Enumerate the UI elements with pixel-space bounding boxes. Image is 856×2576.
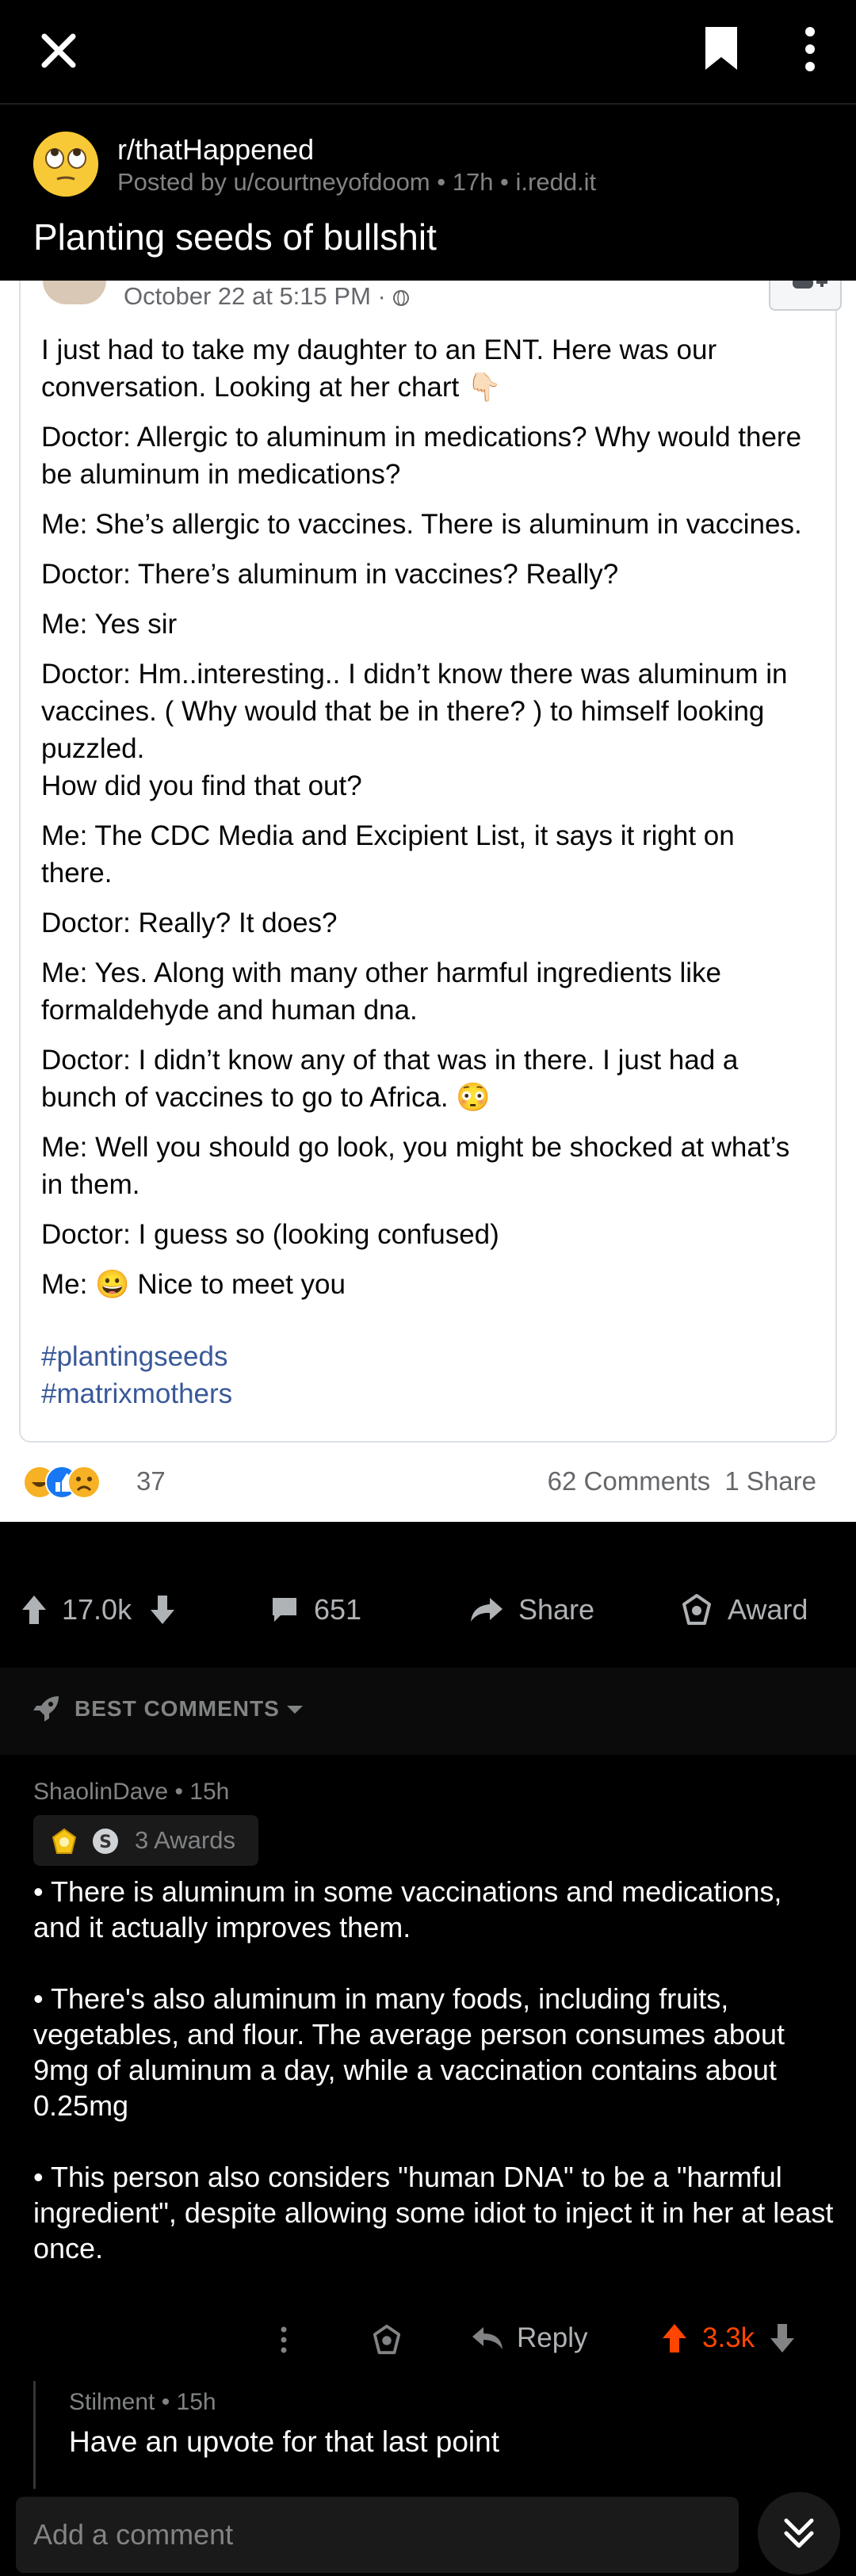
fb-line: Me: 😀 Nice to meet you: [41, 1269, 346, 1300]
kebab-menu-icon[interactable]: [794, 24, 826, 75]
comments-section: ShaolinDave • 15h S 3 Awards • There is …: [0, 1755, 856, 2492]
subreddit-avatar[interactable]: [33, 132, 98, 197]
add-friend-icon: [793, 281, 827, 289]
comment-score: 3.3k: [702, 2322, 755, 2353]
reply-body: Have an upvote for that last point: [69, 2425, 500, 2458]
add-friend-button: [769, 281, 842, 311]
facebook-post-text: I just had to take my daughter to an ENT…: [41, 331, 802, 1316]
upvote-active-icon[interactable]: [661, 2322, 688, 2354]
downvote-icon[interactable]: [149, 1594, 176, 1626]
give-award-icon[interactable]: [371, 2324, 403, 2356]
reply-author[interactable]: Stilment • 15h: [69, 2389, 216, 2416]
fb-line: Doctor: Really? It does?: [41, 908, 338, 938]
subreddit-name[interactable]: r/thatHappened: [117, 133, 314, 166]
double-chevron-down-icon: [784, 2518, 814, 2548]
fb-line: Doctor: I didn’t know any of that was in…: [41, 1045, 739, 1113]
reaction-bar: 37 62 Comments 1 Share: [22, 1462, 839, 1501]
comment-body: • There is aluminum in some vaccinations…: [33, 1874, 834, 2302]
svg-text:S: S: [99, 1833, 112, 1852]
facebook-timestamp: October 22 at 5:15 PM ·: [124, 281, 410, 312]
fb-line: Me: Well you should go look, you might b…: [41, 1132, 790, 1200]
bookmark-icon[interactable]: [701, 25, 742, 71]
hashtags: #plantingseeds #matrixmothers: [41, 1338, 232, 1412]
eye-roll-emoji-icon: [33, 132, 98, 197]
post-title: Planting seeds of bullshit: [33, 216, 437, 258]
rocket-icon: [33, 1696, 59, 1722]
fb-line: I just had to take my daughter to an ENT…: [41, 334, 717, 403]
comment-paragraph: • This person also considers "human DNA"…: [33, 2161, 834, 2265]
post-action-bar: 17.0k 651 Share Award: [0, 1558, 856, 1661]
sort-label: BEST COMMENTS: [75, 1696, 280, 1721]
reply-button[interactable]: Reply: [471, 2322, 587, 2354]
chevron-down-icon: [287, 1706, 303, 1714]
vote-count: 17.0k: [62, 1593, 132, 1626]
award-icon: [682, 1594, 711, 1625]
comment-actions: Reply 3.3k: [0, 2310, 856, 2365]
fb-line: Doctor: Hm..interesting.. I didn’t know …: [41, 659, 788, 801]
comment-icon: [273, 1598, 296, 1622]
reaction-icons: [23, 1466, 101, 1499]
silver-award-icon: S: [93, 1829, 118, 1854]
awards-badge[interactable]: S 3 Awards: [33, 1815, 258, 1866]
vote-group: 17.0k: [21, 1590, 190, 1630]
fb-line: Me: Yes sir: [41, 609, 178, 640]
award-label: Award: [728, 1593, 808, 1626]
hashtag: #matrixmothers: [41, 1378, 233, 1409]
add-comment-input[interactable]: [16, 2497, 739, 2573]
share-label: Share: [518, 1593, 595, 1626]
close-icon[interactable]: [33, 25, 84, 76]
reply-thread: Stilment • 15h Have an upvote for that l…: [33, 2381, 826, 2492]
top-bar: [0, 0, 856, 105]
fb-line: Doctor: Allergic to aluminum in medicati…: [41, 422, 802, 490]
comment-paragraph: • There is aluminum in some vaccinations…: [33, 1875, 782, 1943]
fb-line: Me: The CDC Media and Excipient List, it…: [41, 820, 735, 889]
comment-vote-group: 3.3k: [661, 2322, 796, 2354]
add-comment-bar: [0, 2489, 856, 2576]
post-header: r/thatHappened Posted by u/courtneyofdoo…: [0, 106, 856, 281]
fb-line: Doctor: There’s aluminum in vaccines? Re…: [41, 559, 619, 590]
hashtag: #plantingseeds: [41, 1341, 228, 1372]
reaction-count: 37: [136, 1466, 166, 1496]
fb-line: Doctor: I guess so (looking confused): [41, 1219, 499, 1250]
post-image[interactable]: October 22 at 5:15 PM · I just had to ta…: [0, 281, 856, 1522]
share-arrow-icon: [471, 1598, 503, 1622]
comment-sort-bar[interactable]: BEST COMMENTS: [0, 1668, 856, 1755]
more-options-icon[interactable]: [279, 2326, 289, 2354]
downvote-icon[interactable]: [769, 2322, 796, 2354]
next-comment-button[interactable]: [758, 2492, 840, 2574]
post-meta: Posted by u/courtneyofdoom • 17h • i.red…: [117, 168, 597, 196]
gold-award-icon: [52, 1828, 77, 1854]
award-button[interactable]: Award: [680, 1590, 808, 1630]
upvote-icon[interactable]: [21, 1594, 48, 1626]
awards-label: 3 Awards: [135, 1826, 235, 1854]
comment-author[interactable]: ShaolinDave • 15h: [33, 1779, 229, 1806]
globe-icon: [393, 290, 410, 306]
share-button[interactable]: Share: [469, 1590, 594, 1630]
reply-icon: [472, 2327, 503, 2349]
comment-count: 651: [314, 1593, 362, 1626]
fb-line: Me: She’s allergic to vaccines. There is…: [41, 509, 802, 540]
comment-paragraph: • There's also aluminum in many foods, i…: [33, 1982, 785, 2122]
comments-button[interactable]: 651: [269, 1590, 361, 1630]
reply-label: Reply: [517, 2322, 588, 2353]
fb-line: Me: Yes. Along with many other harmful i…: [41, 957, 721, 1026]
fb-comments-shares: 62 Comments 1 Share: [547, 1466, 816, 1496]
